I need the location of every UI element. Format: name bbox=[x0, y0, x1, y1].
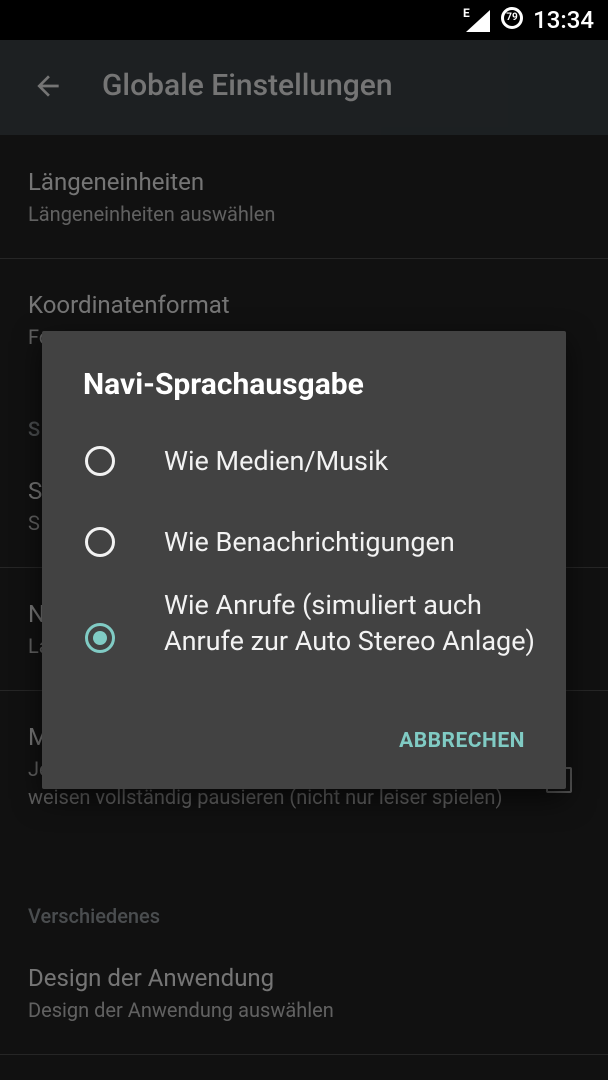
status-time: 13:34 bbox=[533, 6, 594, 34]
status-bar: E 79 13:34 bbox=[0, 0, 608, 40]
option-label: Wie Anrufe (simuliert auch Anrufe zur Au… bbox=[164, 589, 535, 657]
voice-output-dialog: Navi-Sprachausgabe Wie Medien/Musik Wie … bbox=[42, 331, 566, 789]
cancel-button[interactable]: ABBRECHEN bbox=[399, 729, 525, 753]
option-label: Wie Medien/Musik bbox=[164, 445, 389, 477]
pref-length-units[interactable]: Längeneinheiten Längeneinheiten auswähle… bbox=[28, 168, 275, 228]
radio-selected-icon[interactable] bbox=[85, 623, 115, 653]
pref-title: S bbox=[28, 477, 43, 505]
dialog-title: Navi-Sprachausgabe bbox=[83, 367, 364, 402]
signal-icon bbox=[466, 10, 490, 32]
pref-title: Design der Anwendung bbox=[28, 964, 275, 992]
pref-app-design[interactable]: Design der Anwendung Design der Anwendun… bbox=[28, 964, 334, 1024]
pref-summary: Design der Anwendung auswählen bbox=[28, 998, 334, 1022]
back-arrow-icon[interactable] bbox=[32, 70, 64, 102]
pref-row-3[interactable]: S S bbox=[28, 477, 42, 537]
battery-icon: 79 bbox=[501, 7, 523, 29]
radio-icon[interactable] bbox=[85, 446, 115, 476]
pref-summary: Längeneinheiten auswählen bbox=[28, 202, 276, 226]
battery-level: 79 bbox=[506, 12, 518, 23]
option-label: Wie Benachrichtigungen bbox=[164, 526, 455, 558]
divider bbox=[0, 1054, 608, 1055]
category-misc: Verschiedenes bbox=[28, 904, 161, 928]
category-header: S bbox=[28, 417, 41, 441]
page-title: Globale Einstellungen bbox=[102, 68, 393, 103]
radio-icon[interactable] bbox=[85, 527, 115, 557]
toolbar: Globale Einstellungen bbox=[0, 40, 608, 135]
pref-title: Längeneinheiten bbox=[28, 168, 205, 196]
pref-title: Koordinatenformat bbox=[28, 291, 230, 319]
option-media-music[interactable]: Wie Medien/Musik bbox=[42, 439, 566, 483]
pref-summary: S bbox=[28, 511, 40, 535]
divider bbox=[0, 258, 608, 259]
option-calls[interactable]: Wie Anrufe (simuliert auch Anrufe zur Au… bbox=[42, 585, 566, 697]
option-notifications[interactable]: Wie Benachrichtigungen bbox=[42, 520, 566, 564]
